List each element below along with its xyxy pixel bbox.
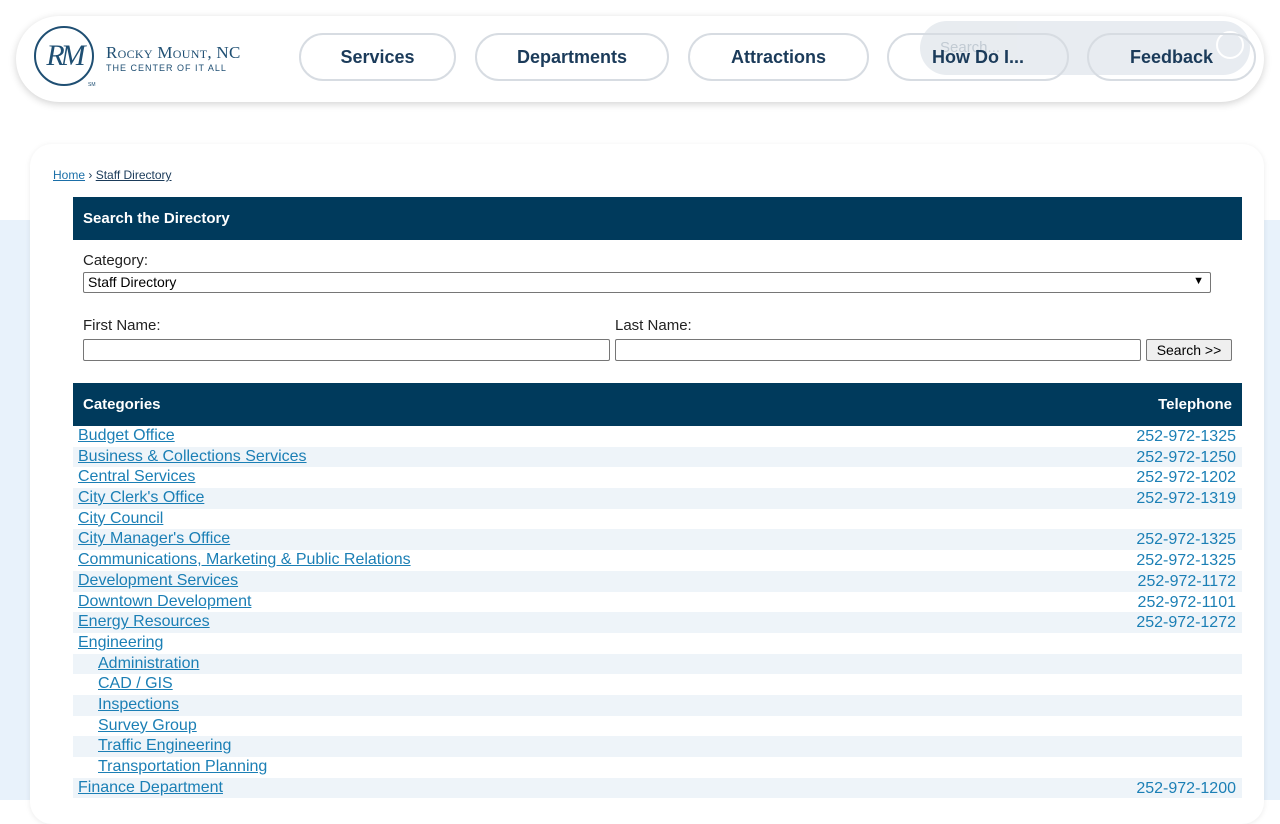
category-link[interactable]: Engineering — [78, 634, 163, 652]
telephone-value: 252-972-1172 — [1137, 572, 1236, 590]
search-panel-header: Search the Directory — [73, 197, 1242, 240]
last-name-input[interactable] — [615, 339, 1141, 361]
telephone-value: 252-972-1202 — [1136, 469, 1236, 487]
search-button[interactable]: Search >> — [1146, 339, 1232, 361]
breadcrumb-current[interactable]: Staff Directory — [96, 168, 172, 182]
table-row: Development Services 252-972-1172 — [73, 570, 1242, 592]
directory-header: Categories Telephone — [73, 383, 1242, 426]
table-row: Downtown Development 252-972-1101 — [73, 592, 1242, 613]
site-header: RM SM Rocky Mount, NC THE CENTER OF IT A… — [16, 16, 1264, 102]
table-row: Business & Collections Services 252-972-1… — [73, 446, 1242, 468]
table-row: Energy Resources 252-972-1272 — [73, 612, 1242, 633]
table-row: Inspections — [73, 694, 1242, 716]
first-name-label: First Name: — [83, 317, 161, 334]
last-name-label: Last Name: — [615, 317, 692, 334]
table-row: Engineering — [73, 633, 1242, 654]
breadcrumb-separator: › — [88, 168, 93, 182]
nav-how-do-i[interactable]: How Do I... — [887, 33, 1069, 81]
category-label: Category: — [83, 252, 149, 269]
category-link[interactable]: Downtown Development — [78, 593, 251, 611]
table-row: Budget Office 252-972-1325 — [73, 426, 1242, 447]
table-row: City Council — [73, 509, 1242, 530]
table-row: Finance Department 252-972-1200 — [73, 777, 1242, 799]
telephone-value: 252-972-1250 — [1136, 448, 1236, 466]
table-row: CAD / GIS — [73, 674, 1242, 695]
nav-feedback[interactable]: Feedback — [1087, 33, 1256, 81]
breadcrumb-home[interactable]: Home — [53, 168, 85, 182]
table-row: Transportation Planning — [73, 757, 1242, 778]
category-link[interactable]: City Manager's Office — [78, 530, 230, 548]
logo-service-mark: SM — [88, 82, 96, 88]
category-link[interactable]: City Council — [78, 510, 163, 528]
logo-name: Rocky Mount, NC — [106, 43, 241, 62]
telephone-value: 252-972-1200 — [1136, 779, 1236, 797]
nav-departments[interactable]: Departments — [475, 33, 669, 81]
telephone-value: 252-972-1272 — [1136, 614, 1236, 632]
table-row: City Manager's Office 252-972-1325 — [73, 529, 1242, 551]
category-link[interactable]: Traffic Engineering — [98, 737, 231, 755]
telephone-value: 252-972-1325 — [1136, 552, 1236, 570]
table-row: Central Services 252-972-1202 — [73, 467, 1242, 488]
first-name-input[interactable] — [83, 339, 610, 361]
directory-list: Budget Office 252-972-1325 Business & Coll… — [73, 426, 1242, 799]
category-link[interactable]: Administration — [98, 655, 199, 673]
table-row: Survey Group — [73, 716, 1242, 737]
telephone-value: 252-972-1319 — [1136, 490, 1236, 508]
category-link[interactable]: Survey Group — [98, 717, 197, 735]
category-link[interactable]: Inspections — [98, 696, 179, 714]
logo-mark: RM — [34, 26, 94, 86]
telephone-value: 252-972-1101 — [1137, 593, 1236, 611]
category-link[interactable]: Development Services — [78, 572, 238, 590]
category-selected-value: Staff Directory — [88, 274, 177, 290]
category-link[interactable]: Communications, Marketing & Public Relat… — [78, 551, 411, 569]
nav-attractions[interactable]: Attractions — [688, 33, 869, 81]
telephone-column-header: Telephone — [1158, 396, 1232, 413]
category-select[interactable]: Staff Directory ▼ — [83, 272, 1211, 293]
category-link[interactable]: Business & Collections Services — [78, 448, 307, 466]
category-link[interactable]: CAD / GIS — [98, 675, 173, 693]
breadcrumb: Home › Staff Directory — [53, 168, 172, 182]
table-row: Traffic Engineering — [73, 736, 1242, 757]
category-link[interactable]: Central Services — [78, 468, 195, 486]
table-row: Administration — [73, 653, 1242, 675]
category-link[interactable]: Budget Office — [78, 427, 175, 445]
category-link[interactable]: City Clerk's Office — [78, 489, 204, 507]
search-panel-title: Search the Directory — [83, 210, 230, 227]
category-link[interactable]: Transportation Planning — [98, 758, 267, 776]
telephone-value: 252-972-1325 — [1136, 531, 1236, 549]
nav-services[interactable]: Services — [299, 33, 456, 81]
category-link[interactable]: Finance Department — [78, 779, 223, 797]
logo-tagline: THE CENTER OF IT ALL — [106, 63, 227, 73]
chevron-down-icon: ▼ — [1193, 275, 1204, 287]
categories-column-header: Categories — [83, 396, 161, 413]
telephone-value: 252-972-1325 — [1136, 428, 1236, 445]
site-logo[interactable]: RM SM Rocky Mount, NC THE CENTER OF IT A… — [34, 26, 284, 92]
table-row: City Clerk's Office 252-972-1319 — [73, 488, 1242, 509]
category-link[interactable]: Energy Resources — [78, 613, 210, 631]
table-row: Communications, Marketing & Public Relat… — [73, 550, 1242, 571]
